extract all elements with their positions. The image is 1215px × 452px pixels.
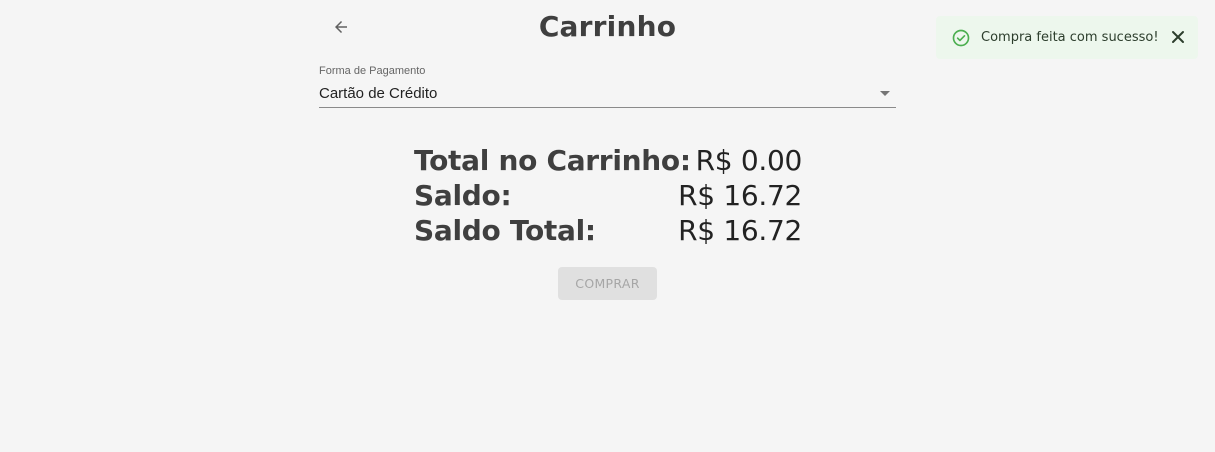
toast-message: Compra feita com sucesso!: [981, 30, 1159, 45]
select-underline: [319, 107, 896, 108]
caret-down-icon[interactable]: [880, 91, 890, 96]
close-icon[interactable]: [1168, 27, 1188, 47]
success-toast: Compra feita com sucesso!: [936, 16, 1198, 59]
total-balance-label: Saldo Total:: [414, 214, 596, 247]
balance-value: R$ 16.72: [678, 179, 802, 212]
cart-summary: Total no Carrinho: R$ 0.00 Saldo: R$ 16.…: [414, 143, 802, 248]
balance-row: Saldo: R$ 16.72: [414, 178, 802, 213]
total-balance-row: Saldo Total: R$ 16.72: [414, 213, 802, 248]
cart-total-value: R$ 0.00: [695, 144, 803, 177]
cart-total-label: Total no Carrinho:: [414, 144, 691, 177]
payment-method-select[interactable]: Forma de Pagamento Cartão de Crédito: [319, 64, 896, 108]
check-circle-icon: [950, 27, 972, 49]
payment-method-label: Forma de Pagamento: [319, 65, 426, 77]
payment-method-value[interactable]: Cartão de Crédito: [319, 85, 437, 102]
buy-button[interactable]: COMPRAR: [558, 267, 657, 300]
total-balance-value: R$ 16.72: [678, 214, 802, 247]
cart-total-row: Total no Carrinho: R$ 0.00: [414, 143, 802, 178]
balance-label: Saldo:: [414, 179, 512, 212]
